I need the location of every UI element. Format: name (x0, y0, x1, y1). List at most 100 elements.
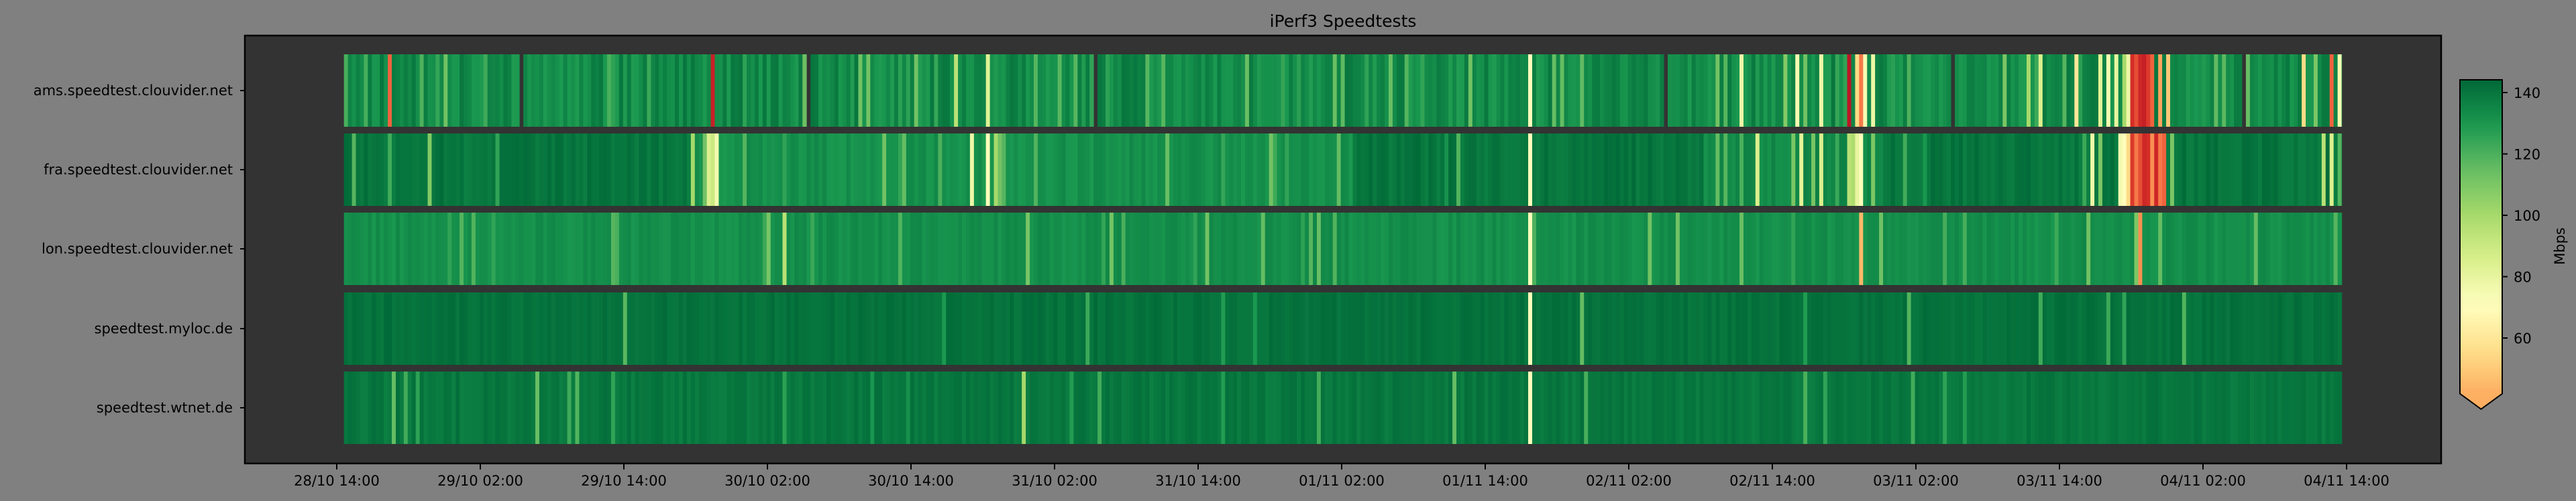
heatmap-cell (2002, 213, 2007, 285)
heatmap-cell (360, 213, 364, 285)
heatmap-cell (2249, 133, 2255, 206)
colorbar-tick-label: 120 (2514, 147, 2540, 163)
heatmap-cell (1516, 292, 1521, 365)
heatmap-cell (1990, 133, 1995, 206)
heatmap-cell (2023, 133, 2027, 206)
heatmap-cell (1229, 292, 1234, 365)
heatmap-cell (1488, 54, 1493, 127)
heatmap-cell (455, 213, 460, 285)
heatmap-cell (455, 372, 460, 444)
heatmap-cell (2178, 54, 2183, 127)
heatmap-cell (663, 372, 667, 444)
heatmap-cell (1759, 372, 1764, 444)
heatmap-cell (635, 372, 639, 444)
heatmap-cell (858, 133, 863, 206)
heatmap-cell (1169, 292, 1174, 365)
heatmap-cell (922, 292, 926, 365)
heatmap-cell (1416, 133, 1421, 206)
heatmap-cell (1352, 292, 1357, 365)
heatmap-cell (858, 292, 863, 365)
heatmap-cell (2090, 372, 2095, 444)
heatmap-cell (1026, 213, 1030, 285)
heatmap-cell (1077, 133, 1082, 206)
heatmap-cell (822, 54, 827, 127)
heatmap-cell (1041, 292, 1046, 365)
heatmap-cell (1627, 133, 1632, 206)
heatmap-cell (523, 133, 528, 206)
heatmap-cell (2066, 372, 2071, 444)
heatmap-cell (1935, 292, 1939, 365)
heatmap-cell (2138, 292, 2143, 365)
heatmap-cell (690, 372, 696, 444)
heatmap-cell (762, 133, 767, 206)
heatmap-cell (583, 54, 588, 127)
heatmap-cell (1444, 213, 1449, 285)
heatmap-cell (2333, 292, 2339, 365)
heatmap-cell (2098, 292, 2103, 365)
heatmap-cell (926, 133, 930, 206)
heatmap-cell (818, 133, 823, 206)
heatmap-cell (1061, 213, 1066, 285)
heatmap-cell (1775, 213, 1780, 285)
heatmap-cell (1679, 372, 1684, 444)
heatmap-cell (1635, 213, 1640, 285)
heatmap-cell (1540, 372, 1545, 444)
heatmap-cell (1377, 292, 1381, 365)
heatmap-cell (1129, 54, 1134, 127)
heatmap-cell (735, 372, 739, 444)
heatmap-cell (2110, 133, 2115, 206)
heatmap-cell (1923, 133, 1927, 206)
heatmap-cell (1955, 213, 1960, 285)
heatmap-cell (467, 213, 472, 285)
heatmap-cell (778, 292, 783, 365)
heatmap-cell (1831, 133, 1836, 206)
heatmap-cell (1081, 372, 1086, 444)
heatmap-cell (1468, 213, 1473, 285)
heatmap-cell (360, 372, 364, 444)
heatmap-cell (471, 372, 476, 444)
heatmap-cell (1149, 292, 1154, 365)
heatmap-cell (2182, 54, 2187, 127)
heatmap-cell (392, 372, 396, 444)
heatmap-cell (2214, 213, 2218, 285)
heatmap-cell (1464, 292, 1469, 365)
heatmap-cell (2058, 213, 2063, 285)
heatmap-cell (790, 292, 795, 365)
heatmap-cell (479, 372, 484, 444)
heatmap-cell (2042, 372, 2047, 444)
heatmap-cell (1225, 292, 1230, 365)
heatmap-cell (1739, 213, 1744, 285)
heatmap-cell (555, 292, 560, 365)
heatmap-cell (423, 54, 428, 127)
heatmap-cell (727, 133, 731, 206)
heatmap-cell (1328, 372, 1334, 444)
heatmap-cell (599, 213, 604, 285)
heatmap-cell (1660, 292, 1664, 365)
heatmap-cell (1500, 133, 1505, 206)
heatmap-cell (2078, 133, 2083, 206)
heatmap-cell (1045, 133, 1051, 206)
heatmap-cell (774, 213, 779, 285)
heatmap-cell (914, 372, 919, 444)
heatmap-cell (1037, 54, 1042, 127)
heatmap-cell (2166, 292, 2171, 365)
heatmap-cell (2313, 372, 2318, 444)
heatmap-cell (998, 133, 1002, 206)
heatmap-cell (1919, 372, 1923, 444)
heatmap-cell (1556, 372, 1560, 444)
heatmap-cell (1962, 133, 1968, 206)
heatmap-cell (998, 292, 1002, 365)
heatmap-cell (1855, 133, 1860, 206)
heatmap-cell (818, 292, 823, 365)
heatmap-cell (1221, 133, 1226, 206)
heatmap-cell (2194, 372, 2198, 444)
heatmap-cell (2038, 54, 2043, 127)
heatmap-cell (878, 292, 883, 365)
heatmap-cell (1994, 133, 1999, 206)
heatmap-cell (1484, 372, 1489, 444)
heatmap-cell (965, 213, 971, 285)
heatmap-cell (678, 213, 684, 285)
heatmap-cell (2046, 292, 2051, 365)
heatmap-cell (475, 54, 480, 127)
heatmap-cell (1476, 133, 1481, 206)
